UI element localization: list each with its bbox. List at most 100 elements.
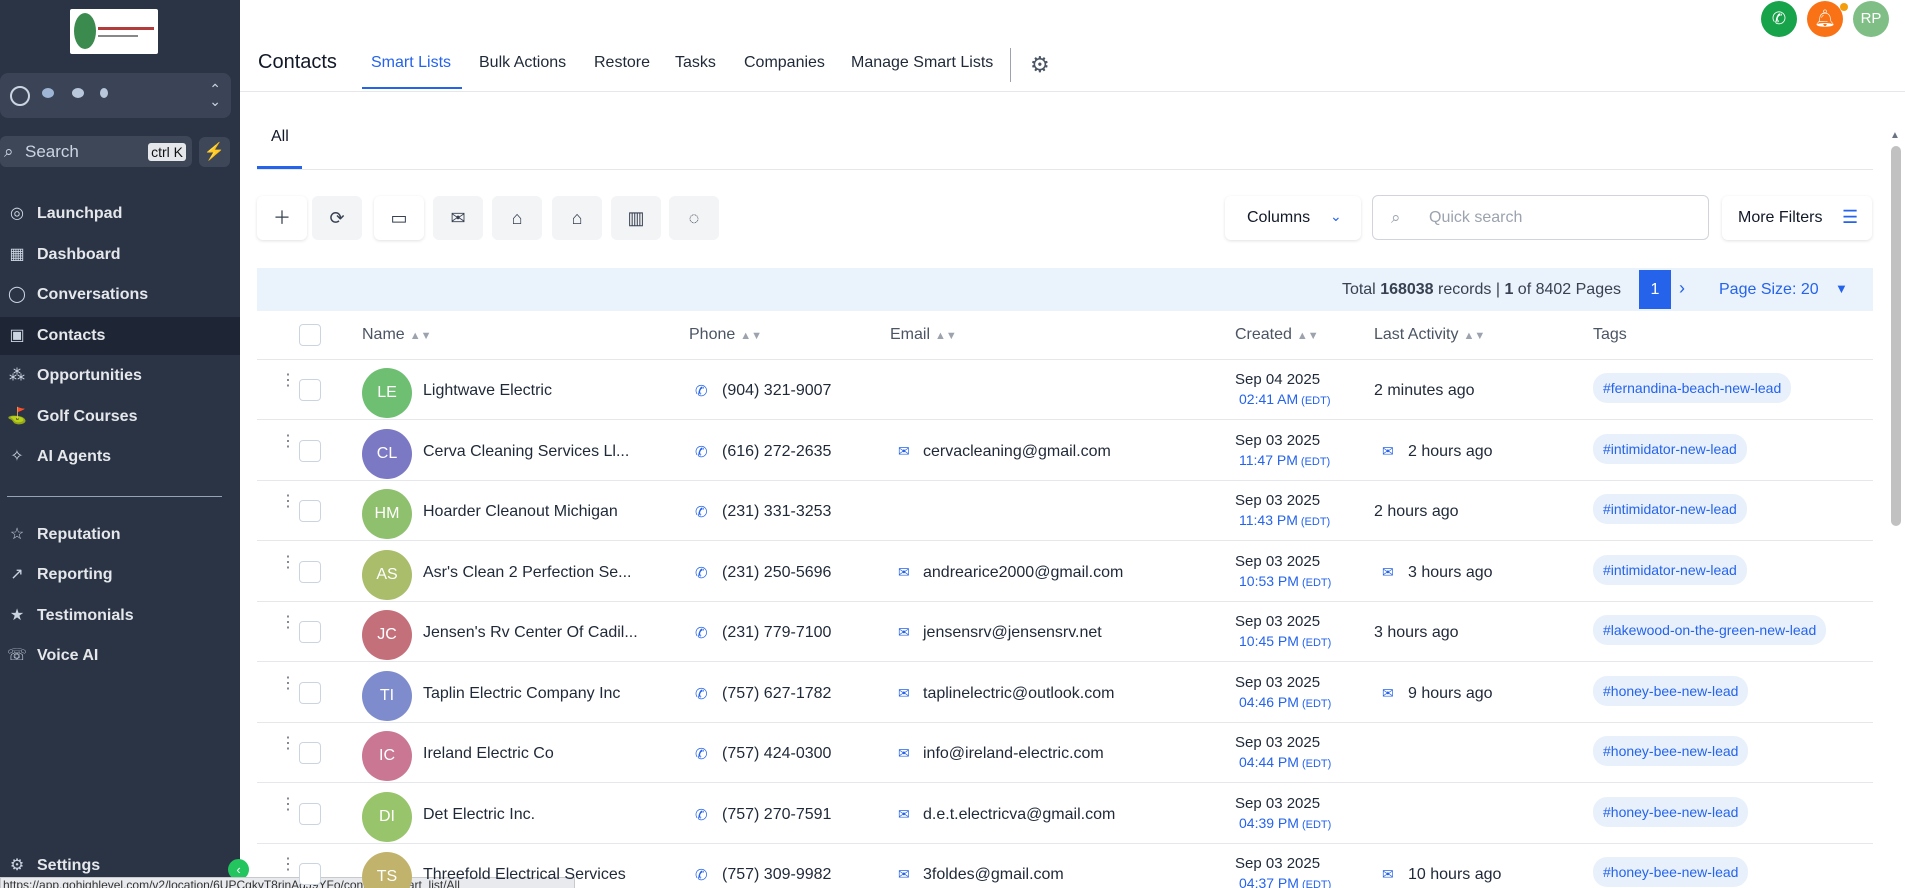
email-icon[interactable]: ✉ — [898, 624, 910, 641]
gear-icon[interactable]: ⚙ — [1030, 52, 1050, 78]
kebab-menu-icon[interactable]: ⋮ — [280, 615, 296, 631]
contact-email[interactable]: cervacleaning@gmail.com — [923, 443, 1111, 461]
contact-avatar[interactable]: DI — [362, 791, 412, 842]
kebab-menu-icon[interactable]: ⋮ — [280, 857, 296, 873]
kebab-menu-icon[interactable]: ⋮ — [280, 675, 296, 691]
email-icon[interactable]: ✉ — [898, 866, 910, 883]
kebab-menu-icon[interactable]: ⋮ — [280, 494, 296, 510]
sidebar-item-opportunities[interactable]: ⁂ Opportunities — [0, 357, 240, 395]
phone-icon[interactable]: ✆ — [695, 745, 708, 763]
remove-tag-button[interactable]: ⌂ — [552, 196, 602, 240]
account-switcher[interactable]: ⌃ ⌄ — [0, 73, 231, 118]
next-page-icon[interactable]: › — [1679, 278, 1685, 299]
select-all-checkbox[interactable] — [299, 324, 321, 346]
header-created[interactable]: Created ▲▼ — [1235, 326, 1319, 344]
contact-email[interactable]: d.e.t.electricva@gmail.com — [923, 806, 1115, 824]
sidebar-search[interactable]: ⌕ Search ctrl K — [0, 136, 192, 167]
sidebar-item-golf-courses[interactable]: ⛳ Golf Courses — [0, 398, 240, 436]
phone-icon[interactable]: ✆ — [695, 806, 708, 824]
email-icon[interactable]: ✉ — [898, 443, 910, 460]
tag-badge[interactable]: #intimidator-new-lead — [1593, 554, 1747, 585]
phone-icon[interactable]: ✆ — [695, 503, 708, 521]
phone-icon[interactable]: ✆ — [695, 443, 708, 461]
table-row[interactable]: ⋮ CL Cerva Cleaning Services Ll... ✆ (616) 2… — [257, 421, 1873, 481]
sidebar-item-reputation[interactable]: ☆ Reputation — [0, 516, 240, 554]
tab-restore[interactable]: Restore — [594, 54, 650, 72]
quick-actions-bolt-icon[interactable]: ⚡ — [199, 137, 230, 167]
tag-badge[interactable]: #honey-bee-new-lead — [1593, 857, 1749, 887]
contact-name[interactable]: Taplin Electric Company Inc — [423, 685, 620, 703]
contact-avatar[interactable]: TS — [362, 852, 412, 888]
more-filters-button[interactable]: More Filters ☰ — [1722, 196, 1872, 240]
contact-name[interactable]: Det Electric Inc. — [423, 806, 535, 824]
row-checkbox[interactable] — [299, 863, 321, 885]
sidebar-item-contacts[interactable]: ▣ Contacts — [0, 317, 240, 355]
send-email-button[interactable]: ✉ — [433, 196, 483, 240]
contact-name[interactable]: Cerva Cleaning Services Ll... — [423, 443, 629, 461]
contact-avatar[interactable]: JC — [362, 610, 412, 660]
contact-avatar[interactable]: HM — [362, 489, 412, 539]
table-row[interactable]: ⋮ IC Ireland Electric Co ✆ (757) 424-0300 ✉ in… — [257, 723, 1873, 783]
kebab-menu-icon[interactable]: ⋮ — [280, 433, 296, 449]
contact-name[interactable]: Threefold Electrical Services — [423, 866, 626, 884]
table-row[interactable]: ⋮ HM Hoarder Cleanout Michigan ✆ (231) 331-3… — [257, 481, 1873, 541]
contact-name[interactable]: Jensen's Rv Center Of Cadil... — [423, 624, 638, 642]
tag-badge[interactable]: #honey-bee-new-lead — [1593, 796, 1749, 827]
contact-name[interactable]: Asr's Clean 2 Perfection Se... — [423, 564, 631, 582]
contact-email[interactable]: info@ireland-electric.com — [923, 745, 1104, 763]
kebab-menu-icon[interactable]: ⋮ — [280, 554, 296, 570]
contact-phone[interactable]: (757) 309-9982 — [722, 866, 831, 884]
sidebar-item-ai-agents[interactable]: ✧ AI Agents — [0, 438, 240, 476]
contact-avatar[interactable]: AS — [362, 549, 412, 600]
table-row[interactable]: ⋮ DI Det Electric Inc. ✆ (757) 270-7591 ✉ d.e.… — [257, 784, 1873, 844]
send-sms-button[interactable]: ▭ — [374, 196, 424, 240]
row-checkbox[interactable] — [299, 681, 321, 704]
table-row[interactable]: ⋮ JC Jensen's Rv Center Of Cadil... ✆ (231) … — [257, 602, 1873, 662]
add-tag-button[interactable]: ⌂ — [492, 196, 542, 240]
email-icon[interactable]: ✉ — [898, 564, 910, 581]
tab-smart-lists[interactable]: Smart Lists — [371, 54, 451, 72]
row-checkbox[interactable] — [299, 621, 321, 643]
tag-badge[interactable]: #intimidator-new-lead — [1593, 494, 1747, 524]
sidebar-item-dashboard[interactable]: ▦ Dashboard — [0, 236, 240, 274]
avatar[interactable]: RP — [1853, 1, 1889, 37]
add-contact-button[interactable]: ＋ — [257, 196, 307, 240]
sidebar-item-reporting[interactable]: ↗ Reporting — [0, 556, 240, 594]
kebab-menu-icon[interactable]: ⋮ — [280, 736, 296, 752]
row-checkbox[interactable] — [299, 802, 321, 825]
tag-badge[interactable]: #honey-bee-new-lead — [1593, 675, 1749, 706]
quick-search-input[interactable] — [1429, 207, 1689, 229]
row-checkbox[interactable] — [299, 439, 321, 462]
row-checkbox[interactable] — [299, 560, 321, 583]
email-icon[interactable]: ✉ — [898, 685, 910, 702]
phone-button[interactable]: ✆ — [1761, 1, 1797, 37]
contact-phone[interactable]: (757) 627-1782 — [722, 685, 831, 703]
kebab-menu-icon[interactable]: ⋮ — [280, 796, 296, 812]
tab-tasks[interactable]: Tasks — [675, 54, 716, 72]
sidebar-item-launchpad[interactable]: ◎ Launchpad — [0, 195, 240, 233]
contact-phone[interactable]: (757) 424-0300 — [722, 745, 831, 763]
contact-email[interactable]: jensensrv@jensensrv.net — [923, 624, 1102, 642]
row-checkbox[interactable] — [299, 742, 321, 764]
row-checkbox[interactable] — [299, 500, 321, 522]
email-icon[interactable]: ✉ — [898, 806, 910, 823]
table-row[interactable]: ⋮ LE Lightwave Electric ✆ (904) 321-9007 Sep … — [257, 360, 1873, 420]
contact-name[interactable]: Lightwave Electric — [423, 382, 552, 400]
contact-phone[interactable]: (231) 250-5696 — [722, 564, 831, 582]
contact-phone[interactable]: (231) 331-3253 — [722, 503, 831, 521]
sidebar-item-testimonials[interactable]: ★ Testimonials — [0, 597, 240, 635]
header-email[interactable]: Email ▲▼ — [890, 326, 957, 344]
tab-manage-smart-lists[interactable]: Manage Smart Lists — [851, 54, 993, 72]
vertical-scrollbar[interactable] — [1891, 146, 1901, 526]
company-logo[interactable] — [70, 9, 158, 54]
notifications-button[interactable]: 🔔︎ — [1807, 1, 1843, 37]
contact-email[interactable]: andrearice2000@gmail.com — [923, 564, 1123, 582]
row-checkbox[interactable] — [299, 379, 321, 401]
page-1-button[interactable]: 1 — [1639, 270, 1671, 309]
tab-companies[interactable]: Companies — [744, 54, 825, 72]
contact-phone[interactable]: (757) 270-7591 — [722, 806, 831, 824]
tab-all[interactable]: All — [271, 128, 289, 146]
kebab-menu-icon[interactable]: ⋮ — [280, 373, 296, 389]
phone-icon[interactable]: ✆ — [695, 624, 708, 642]
contact-phone[interactable]: (904) 321-9007 — [722, 382, 831, 400]
